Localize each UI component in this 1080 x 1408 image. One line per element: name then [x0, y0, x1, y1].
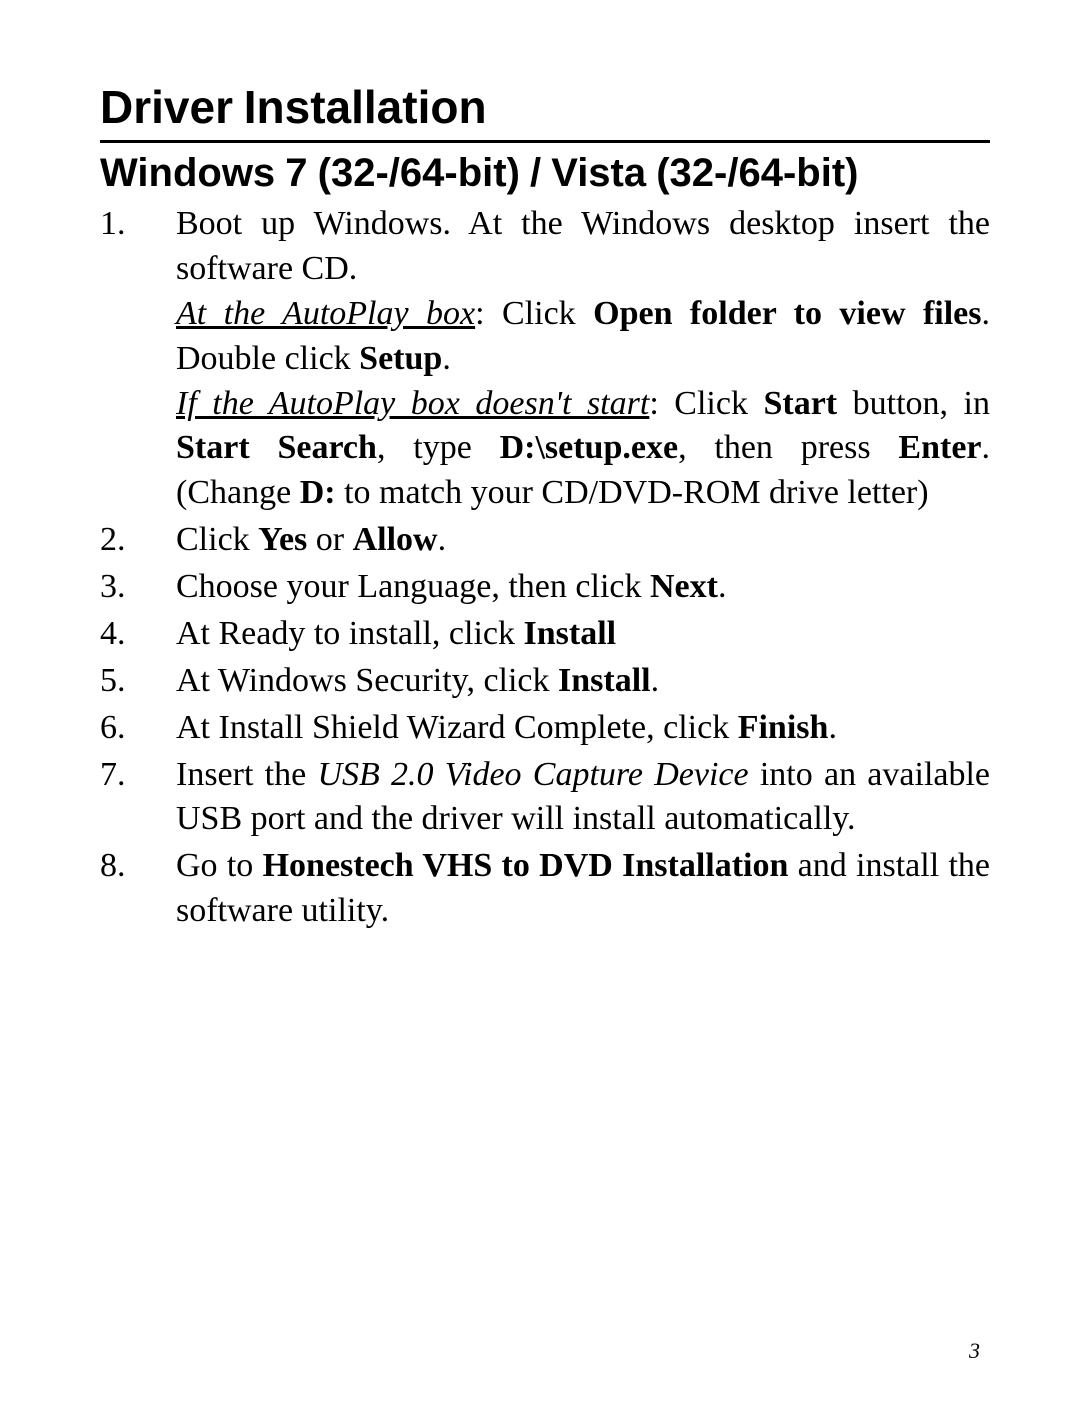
title-rule	[100, 140, 990, 143]
step-number: 1.	[100, 202, 176, 247]
text-run: Start	[763, 385, 837, 422]
text-run: Honestech VHS to DVD Installation	[263, 847, 789, 884]
list-item: 1.Boot up Windows. At the Windows deskto…	[100, 202, 990, 516]
step-body: At Ready to install, click Install	[176, 612, 990, 657]
step-number: 5.	[100, 659, 176, 704]
step-paragraph: If the AutoPlay box doesn't start: Click…	[176, 382, 990, 517]
text-run: .	[718, 568, 727, 605]
list-item: 3.Choose your Language, then click Next.	[100, 565, 990, 610]
text-run: to match your CD/DVD-ROM drive letter)	[336, 474, 929, 511]
step-number: 7.	[100, 753, 176, 798]
step-paragraph: Go to Honestech VHS to DVD Installation …	[176, 844, 990, 934]
step-number: 2.	[100, 518, 176, 563]
step-number: 3.	[100, 565, 176, 610]
section-subtitle: Windows 7 (32-/64-bit) / Vista (32-/64-b…	[100, 151, 990, 196]
step-body: Boot up Windows. At the Windows desktop …	[176, 202, 990, 516]
text-run: Start Search	[176, 429, 377, 466]
text-run: Install	[524, 615, 617, 652]
text-run: Yes	[258, 521, 307, 558]
text-run: Setup	[359, 340, 442, 377]
list-item: 7.Insert the USB 2.0 Video Capture Devic…	[100, 753, 990, 843]
page-title: Driver Installation	[100, 80, 990, 134]
text-run: : Click	[475, 295, 593, 332]
step-body: At Install Shield Wizard Complete, click…	[176, 706, 990, 751]
step-body: Click Yes or Allow.	[176, 518, 990, 563]
text-run: Enter	[898, 429, 981, 466]
step-body: Go to Honestech VHS to DVD Installation …	[176, 844, 990, 934]
text-run: Finish	[738, 709, 829, 746]
text-run: , type	[377, 429, 500, 466]
text-run: Boot up Windows. At the Windows desktop …	[176, 205, 990, 287]
document-page: Driver Installation Windows 7 (32-/64-bi…	[0, 0, 1080, 1408]
text-run: button, in	[837, 385, 990, 422]
steps-list: 1.Boot up Windows. At the Windows deskto…	[100, 202, 990, 934]
step-paragraph: At Install Shield Wizard Complete, click…	[176, 706, 990, 751]
list-item: 2.Click Yes or Allow.	[100, 518, 990, 563]
page-number: 3	[969, 1338, 980, 1364]
step-number: 4.	[100, 612, 176, 657]
text-run: At Install Shield Wizard Complete, click	[176, 709, 738, 746]
text-run: Next	[650, 568, 718, 605]
text-run: At Windows Security, click	[176, 662, 558, 699]
text-run: , then press	[678, 429, 898, 466]
text-run: .	[442, 340, 451, 377]
step-body: At Windows Security, click Install.	[176, 659, 990, 704]
step-number: 6.	[100, 706, 176, 751]
text-run: Open folder to view files	[593, 295, 981, 332]
text-run: At the AutoPlay box	[176, 295, 475, 332]
list-item: 5.At Windows Security, click Install.	[100, 659, 990, 704]
step-paragraph: At Windows Security, click Install.	[176, 659, 990, 704]
text-run: .	[651, 662, 660, 699]
list-item: 4.At Ready to install, click Install	[100, 612, 990, 657]
step-paragraph: Insert the USB 2.0 Video Capture Device …	[176, 753, 990, 843]
text-run: Choose your Language, then click	[176, 568, 650, 605]
step-body: Insert the USB 2.0 Video Capture Device …	[176, 753, 990, 843]
text-run: If the AutoPlay box doesn't start	[176, 385, 649, 422]
text-run: .	[828, 709, 837, 746]
list-item: 8.Go to Honestech VHS to DVD Installatio…	[100, 844, 990, 934]
text-run: USB 2.0 Video Capture Device	[317, 756, 748, 793]
text-run: At Ready to install, click	[176, 615, 524, 652]
text-run: or	[307, 521, 352, 558]
step-body: Choose your Language, then click Next.	[176, 565, 990, 610]
list-item: 6.At Install Shield Wizard Complete, cli…	[100, 706, 990, 751]
step-paragraph: At Ready to install, click Install	[176, 612, 990, 657]
step-number: 8.	[100, 844, 176, 889]
text-run: D:	[300, 474, 336, 511]
text-run: D:\setup.exe	[500, 429, 678, 466]
step-paragraph: Click Yes or Allow.	[176, 518, 990, 563]
text-run: Allow	[353, 521, 438, 558]
step-paragraph: Boot up Windows. At the Windows desktop …	[176, 202, 990, 292]
text-run: Click	[176, 521, 258, 558]
text-run: Install	[558, 662, 651, 699]
step-paragraph: Choose your Language, then click Next.	[176, 565, 990, 610]
text-run: : Click	[649, 385, 763, 422]
step-paragraph: At the AutoPlay box: Click Open folder t…	[176, 292, 990, 382]
text-run: Go to	[176, 847, 263, 884]
text-run: Insert the	[176, 756, 317, 793]
text-run: .	[438, 521, 447, 558]
